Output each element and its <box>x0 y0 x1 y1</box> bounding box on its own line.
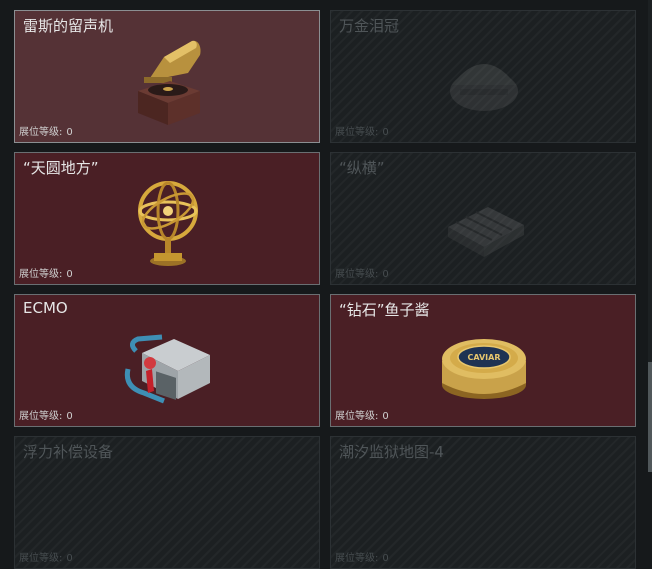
booth-level-label: 展位等级: <box>19 553 63 564</box>
chessboard-icon <box>448 207 524 257</box>
booth-level-value: 0 <box>66 269 73 280</box>
card-title: ECMO <box>23 299 68 317</box>
caviar-label: CAVIAR <box>467 353 500 362</box>
collection-card[interactable]: “纵横” 展位等级: 0 <box>330 152 636 285</box>
booth-level-label: 展位等级: <box>19 127 63 138</box>
collection-grid: 雷斯的留声机 展位等级: 0 万金泪冠 展位等级: 0 “天圆地方” 展位等级:… <box>0 0 652 569</box>
booth-level: 展位等级: 0 <box>335 123 389 138</box>
card-title: “纵横” <box>339 159 385 177</box>
crown-icon <box>450 64 518 111</box>
collection-card[interactable]: 万金泪冠 展位等级: 0 <box>330 10 636 143</box>
gramophone-icon <box>138 40 201 125</box>
card-title: 潮汐监狱地图-4 <box>339 443 444 461</box>
scrollbar-thumb[interactable] <box>648 362 652 472</box>
collection-card[interactable]: ECMO 展位等级: 0 <box>14 294 320 427</box>
collection-card[interactable]: “钻石”鱼子酱 CAVIAR 展位等级: 0 <box>330 294 636 427</box>
collection-card[interactable]: “天圆地方” 展位等级: 0 <box>14 152 320 285</box>
booth-level: 展位等级: 0 <box>335 407 389 422</box>
caviar-tin-icon: CAVIAR <box>442 339 526 399</box>
booth-level: 展位等级: 0 <box>335 265 389 280</box>
booth-level-value: 0 <box>382 411 389 422</box>
ecmo-machine-icon <box>124 334 210 404</box>
collection-card[interactable]: 潮汐监狱地图-4 展位等级: 0 <box>330 436 636 569</box>
booth-level: 展位等级: 0 <box>19 265 73 280</box>
booth-level-label: 展位等级: <box>19 411 63 422</box>
card-title: 万金泪冠 <box>339 17 400 35</box>
booth-level-value: 0 <box>66 127 73 138</box>
booth-level-label: 展位等级: <box>335 411 379 422</box>
booth-level-label: 展位等级: <box>335 269 379 280</box>
booth-level: 展位等级: 0 <box>19 407 73 422</box>
booth-level-value: 0 <box>382 269 389 280</box>
card-title: “钻石”鱼子酱 <box>339 301 430 319</box>
booth-level-label: 展位等级: <box>335 127 379 138</box>
booth-level-label: 展位等级: <box>19 269 63 280</box>
booth-level-value: 0 <box>66 411 73 422</box>
booth-level-value: 0 <box>66 553 73 564</box>
booth-level-value: 0 <box>382 553 389 564</box>
card-title: 浮力补偿设备 <box>23 443 114 461</box>
card-title: “天圆地方” <box>23 159 99 177</box>
armillary-sphere-icon <box>138 181 198 266</box>
booth-level-label: 展位等级: <box>335 553 379 564</box>
card-title: 雷斯的留声机 <box>23 17 114 35</box>
collection-card[interactable]: 浮力补偿设备 展位等级: 0 <box>14 436 320 569</box>
booth-level-value: 0 <box>382 127 389 138</box>
booth-level: 展位等级: 0 <box>335 549 389 564</box>
collection-card[interactable]: 雷斯的留声机 展位等级: 0 <box>14 10 320 143</box>
booth-level: 展位等级: 0 <box>19 549 73 564</box>
booth-level: 展位等级: 0 <box>19 123 73 138</box>
